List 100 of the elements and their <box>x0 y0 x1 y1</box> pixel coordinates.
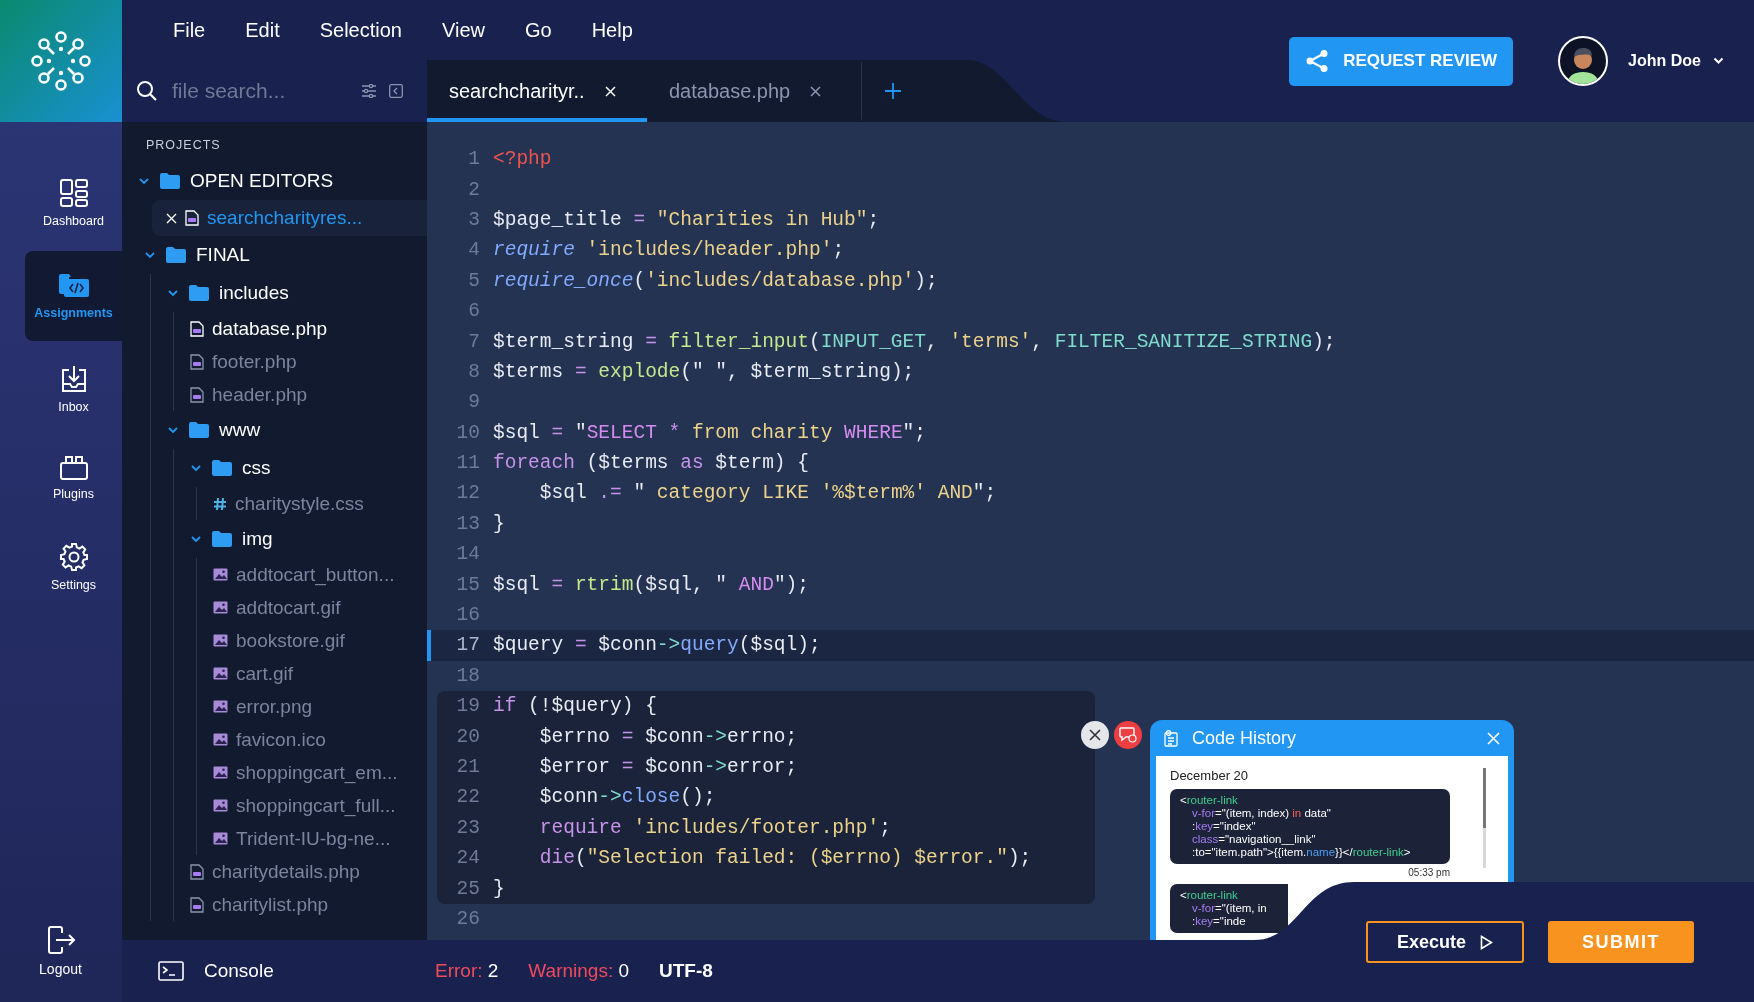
file-name[interactable]: favicon.ico <box>236 728 326 751</box>
menu-item[interactable]: Edit <box>229 12 296 48</box>
line-number: 10 <box>455 421 480 444</box>
file-name[interactable]: charitylist.php <box>212 893 329 916</box>
folder-name[interactable]: includes <box>219 282 289 304</box>
line-number: 6 <box>467 300 480 323</box>
folder-name[interactable]: css <box>242 457 271 479</box>
line-number: 11 <box>455 452 480 475</box>
file-name[interactable]: charitydetails.php <box>212 860 360 883</box>
snippet-line: v-for="(item, in <box>1191 902 1268 915</box>
code-line: } <box>492 877 505 900</box>
code-line: foreach ($terms as $term) { <box>492 452 809 475</box>
nav-item[interactable]: Inbox <box>25 348 122 430</box>
open-editor-item[interactable]: searchcharityres... <box>152 200 427 236</box>
encoding-label: UTF-8 <box>659 960 713 982</box>
avatar[interactable] <box>1558 36 1609 86</box>
line-number: 17 <box>455 634 480 657</box>
code-folder-icon <box>57 272 90 300</box>
file-name[interactable]: bookstore.gif <box>236 629 345 652</box>
collapse-panel-icon[interactable] <box>389 84 403 98</box>
play-icon <box>1480 934 1493 950</box>
file-name[interactable]: footer.php <box>212 350 297 373</box>
file-name[interactable]: database.php <box>212 317 328 340</box>
folder-icon <box>212 460 232 476</box>
chevron-down-icon[interactable] <box>190 462 202 474</box>
line-number: 25 <box>455 877 480 900</box>
logout-button[interactable]: Logout <box>12 910 109 992</box>
php-file-icon <box>190 863 204 880</box>
code-line: $page_title = "Charities in Hub"; <box>492 208 880 231</box>
image-file-icon <box>213 832 228 845</box>
file-name[interactable]: error.png <box>236 695 313 718</box>
nav-item[interactable]: Plugins <box>25 437 122 519</box>
image-file-icon <box>213 700 228 713</box>
menu-item[interactable]: Go <box>509 12 568 48</box>
chevron-down-icon[interactable] <box>144 249 156 261</box>
nav-item[interactable]: Settings <box>25 526 122 608</box>
code-line: $terms = explode(" ", $term_string); <box>492 360 915 383</box>
chevron-down-icon[interactable] <box>167 424 179 436</box>
file-name[interactable]: shoppingcart_full... <box>236 794 396 817</box>
file-name[interactable]: shoppingcart_em... <box>236 761 398 784</box>
share-icon <box>1305 49 1330 73</box>
line-number: 16 <box>455 604 480 627</box>
image-file-icon <box>213 667 228 680</box>
code-line: require_once('includes/database.php'); <box>492 269 938 292</box>
console-button[interactable]: Console <box>204 960 274 982</box>
settings-icon <box>58 542 89 572</box>
terminal-icon <box>158 961 184 981</box>
plugin-icon <box>58 455 89 481</box>
warning-count: Warnings: 0 <box>528 960 630 982</box>
menu-item[interactable]: View <box>426 12 501 48</box>
chat-code-icon <box>1119 727 1137 743</box>
file-name[interactable]: Trident-IU-bg-ne... <box>236 827 391 850</box>
code-line: $sql = rtrim($sql, " AND"); <box>492 573 809 596</box>
folder-icon <box>160 173 180 189</box>
line-number: 15 <box>455 573 480 596</box>
chevron-down-icon[interactable] <box>138 175 150 187</box>
scrollbar[interactable] <box>1483 768 1486 868</box>
execute-button[interactable]: Execute <box>1366 921 1524 963</box>
folder-name[interactable]: OPEN EDITORS <box>190 170 334 192</box>
nav-item[interactable]: Assignments <box>25 251 122 341</box>
file-name[interactable]: addtocart_button... <box>236 563 395 586</box>
file-name[interactable]: header.php <box>212 383 308 406</box>
code-snippet[interactable]: <router-link v-for="(item, in :key="inde <box>1170 884 1288 933</box>
nav-item[interactable]: Dashboard <box>25 162 122 244</box>
file-search-field[interactable]: file search... <box>170 78 349 104</box>
close-icon[interactable] <box>810 85 822 97</box>
folder-icon <box>166 247 186 263</box>
chevron-down-icon[interactable] <box>190 533 202 545</box>
line-number: 26 <box>455 907 480 930</box>
menu-item[interactable]: Help <box>575 12 649 48</box>
chevron-down-icon[interactable] <box>167 287 179 299</box>
snippet-line: :to="item.path">{{item.name}}</router-link> <box>1191 846 1412 859</box>
folder-name[interactable]: FINAL <box>196 244 250 266</box>
snippet-line: <router-link <box>1180 794 1239 807</box>
code-line: $query = $conn->query($sql); <box>492 634 821 657</box>
line-number: 22 <box>455 786 480 809</box>
tab-label[interactable]: searchcharityr.. <box>449 79 585 103</box>
line-number: 1 <box>467 148 480 171</box>
line-number: 23 <box>455 816 480 839</box>
menu-item[interactable]: Selection <box>303 12 418 48</box>
line-number: 8 <box>467 360 480 383</box>
menu-item[interactable]: File <box>157 12 222 48</box>
history-date: December 20 <box>1170 768 1250 783</box>
php-file-icon <box>190 386 204 403</box>
logout-icon <box>45 925 76 955</box>
code-line: $term_string = filter_input(INPUT_GET, 'terms', FILTER_SANITIZE_STRING); <box>492 330 1336 353</box>
file-name[interactable]: cart.gif <box>236 662 294 685</box>
code-snippet[interactable]: <router-link v-for="(item, index) in data" :key="index" class="navigation__link" :to="item.path">{{item.name}}</router-link> <box>1170 789 1450 864</box>
user-menu[interactable]: John Doe <box>1628 52 1724 70</box>
folder-name[interactable]: www <box>219 419 261 441</box>
filter-icon[interactable] <box>361 84 377 98</box>
file-name[interactable]: charitystyle.css <box>235 492 364 515</box>
error-count: Error: 2 <box>435 960 499 982</box>
clipboard-icon <box>1164 729 1178 747</box>
caret-icon <box>1713 57 1724 65</box>
folder-name[interactable]: img <box>242 528 273 550</box>
file-name[interactable]: addtocart.gif <box>236 596 341 619</box>
tab-label[interactable]: database.php <box>669 79 791 103</box>
add-tab-icon[interactable] <box>884 82 902 100</box>
code-line: } <box>492 512 505 535</box>
